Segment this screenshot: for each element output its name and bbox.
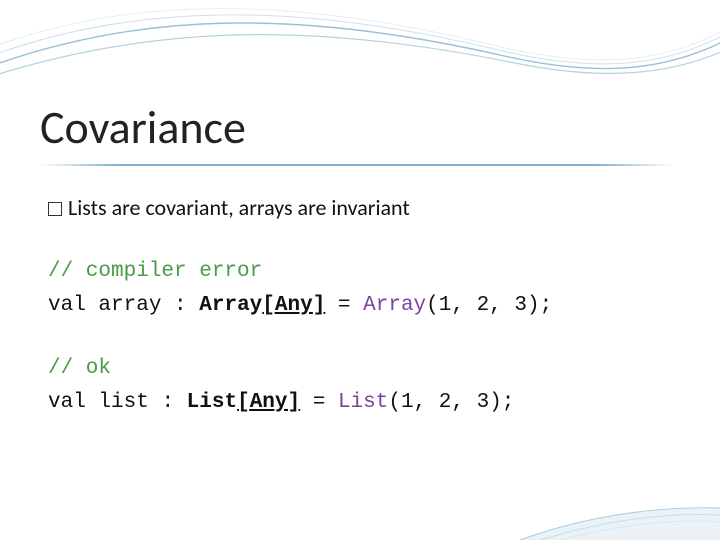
code-args: (1, 2, 3);	[388, 391, 514, 414]
bullet-line: Lists are covariant, arrays are invarian…	[40, 194, 680, 221]
code-type-param: Any	[250, 391, 288, 414]
code-ident: list	[98, 391, 148, 414]
code-comment: // compiler error	[48, 260, 262, 283]
code-type-param: Any	[275, 294, 313, 317]
code-type-name: List	[187, 391, 237, 414]
title-underline	[40, 164, 675, 166]
code-block-2: // ok val list : List[Any] = List(1, 2, …	[40, 352, 680, 419]
code-keyword-val: val	[48, 294, 86, 317]
slide-title: Covariance	[40, 100, 680, 156]
code-type-open: [	[237, 391, 250, 414]
code-keyword-val: val	[48, 391, 86, 414]
code-type-open: [	[262, 294, 275, 317]
code-comment: // ok	[48, 357, 111, 380]
bullet-text: Lists are covariant, arrays are invarian…	[68, 194, 410, 221]
code-type-name: Array	[199, 294, 262, 317]
code-call: Array	[363, 294, 426, 317]
code-colon: :	[161, 391, 174, 414]
code-eq: =	[313, 391, 326, 414]
code-ident: array	[98, 294, 161, 317]
code-block-1: // compiler error val array : Array[Any]…	[40, 255, 680, 322]
code-type-close: ]	[313, 294, 326, 317]
bullet-marker-icon	[48, 202, 62, 216]
code-colon: :	[174, 294, 187, 317]
code-eq: =	[338, 294, 351, 317]
code-call: List	[338, 391, 388, 414]
code-args: (1, 2, 3);	[426, 294, 552, 317]
code-type-close: ]	[288, 391, 301, 414]
